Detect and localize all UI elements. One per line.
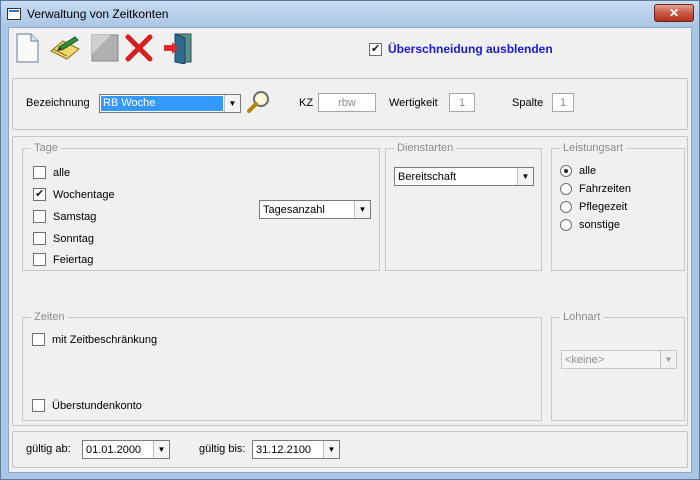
radio[interactable] [560,183,572,195]
zeiten-group: Zeiten mit Zeitbeschränkung Überstundenk… [22,311,542,421]
new-document-icon [16,33,39,63]
lohnart-group-title: Lohnart [560,311,604,323]
leistungsart-group-title: Leistungsart [560,142,626,154]
leistungsart-option-sonstige[interactable]: sonstige [560,219,620,231]
new-button[interactable] [11,32,43,64]
leistungsart-group: Leistungsart alle Fahrzeiten Pflegezeit … [551,142,685,271]
tage-item-feiertag[interactable]: Feiertag [33,253,93,266]
leistungsart-option-pflegezeit[interactable]: Pflegezeit [560,201,627,213]
spalte-label: Spalte [512,97,544,109]
bezeichnung-select[interactable]: RB Woche ▼ [99,94,241,113]
zeitbeschraenkung-toggle[interactable]: mit Zeitbeschränkung [32,333,157,346]
ueberstundenkonto-toggle[interactable]: Überstundenkonto [32,399,142,412]
checkbox[interactable] [33,232,46,245]
exit-icon [164,33,192,64]
tage-item-alle[interactable]: alle [33,166,70,179]
radio[interactable] [560,165,572,177]
tagesanzahl-select[interactable]: Tagesanzahl ▼ [259,200,371,219]
save-button[interactable] [89,32,121,64]
wertigkeit-field[interactable]: 1 [449,93,475,112]
tage-group-title: Tage [31,142,61,154]
tage-item-wochentage[interactable]: Wochentage [33,187,115,201]
main-window: Verwaltung von Zeitkonten ✕ ✔ Überschnei… [0,0,700,480]
valid-to-date-picker[interactable]: 31.12.2100 ▼ [252,440,340,459]
zeiten-group-title: Zeiten [31,311,68,323]
zeitbeschraenkung-checkbox[interactable] [32,333,45,346]
bezeichnung-label: Bezeichnung [26,97,90,109]
tage-group: Tage alle Wochentage Samstag Sonntag [22,142,380,271]
checkbox[interactable] [33,253,46,266]
overlap-hide-toggle[interactable]: Überschneidung ausblenden [369,42,553,56]
search-icon [247,91,269,113]
edit-icon [50,36,80,60]
delete-icon [125,34,153,62]
save-icon [91,34,119,62]
leistungsart-option-alle[interactable]: alle [560,165,596,177]
kz-field[interactable]: rbw [318,93,376,112]
tage-item-sonntag[interactable]: Sonntag [33,232,94,245]
header-panel: Bezeichnung RB Woche ▼ KZ rbw Wertigkeit… [12,78,688,130]
settings-panel: Tage alle Wochentage Samstag Sonntag [12,136,688,426]
radio[interactable] [560,201,572,213]
kz-label: KZ [299,97,314,109]
exit-button[interactable] [163,32,195,64]
lohnart-group: Lohnart <keine> ▼ [551,311,685,421]
wertigkeit-label: Wertigkeit [389,97,438,109]
checkbox[interactable] [33,166,46,179]
delete-button[interactable] [123,32,155,64]
chevron-down-icon: ▼ [660,351,676,368]
app-window-icon [7,8,21,20]
ueberstundenkonto-checkbox[interactable] [32,399,45,412]
leistungsart-option-fahrzeiten[interactable]: Fahrzeiten [560,183,631,195]
tage-item-samstag[interactable]: Samstag [33,210,96,223]
radio[interactable] [560,219,572,231]
chevron-down-icon: ▼ [354,201,370,218]
title-bar[interactable]: Verwaltung von Zeitkonten ✕ [1,1,699,27]
close-window-button[interactable]: ✕ [654,4,694,22]
checkbox[interactable] [33,210,46,223]
chevron-down-icon: ▼ [323,441,339,458]
checkbox[interactable] [33,187,46,201]
window-title: Verwaltung von Zeitkonten [27,7,169,21]
dienstarten-group-title: Dienstarten [394,142,457,154]
spalte-field[interactable]: 1 [552,93,574,112]
valid-from-date-picker[interactable]: 01.01.2000 ▼ [82,440,170,459]
dienstarten-group: Dienstarten Bereitschaft ▼ [385,142,542,271]
lohnart-select[interactable]: <keine> ▼ [561,350,677,369]
search-button[interactable] [247,90,271,117]
chevron-down-icon: ▼ [517,168,533,185]
valid-to-label: gültig bis: [199,443,246,455]
client-area: Überschneidung ausblenden Bezeichnung RB… [8,27,692,473]
chevron-down-icon: ▼ [224,95,240,112]
overlap-hide-checkbox[interactable] [369,42,382,56]
validity-panel: gültig ab: 01.01.2000 ▼ gültig bis: 31.1… [12,431,688,468]
close-icon: ✕ [668,6,680,20]
chevron-down-icon: ▼ [153,441,169,458]
dienstarten-select[interactable]: Bereitschaft ▼ [394,167,534,186]
edit-button[interactable] [49,32,81,64]
overlap-hide-label: Überschneidung ausblenden [388,42,553,56]
valid-from-label: gültig ab: [26,443,71,455]
